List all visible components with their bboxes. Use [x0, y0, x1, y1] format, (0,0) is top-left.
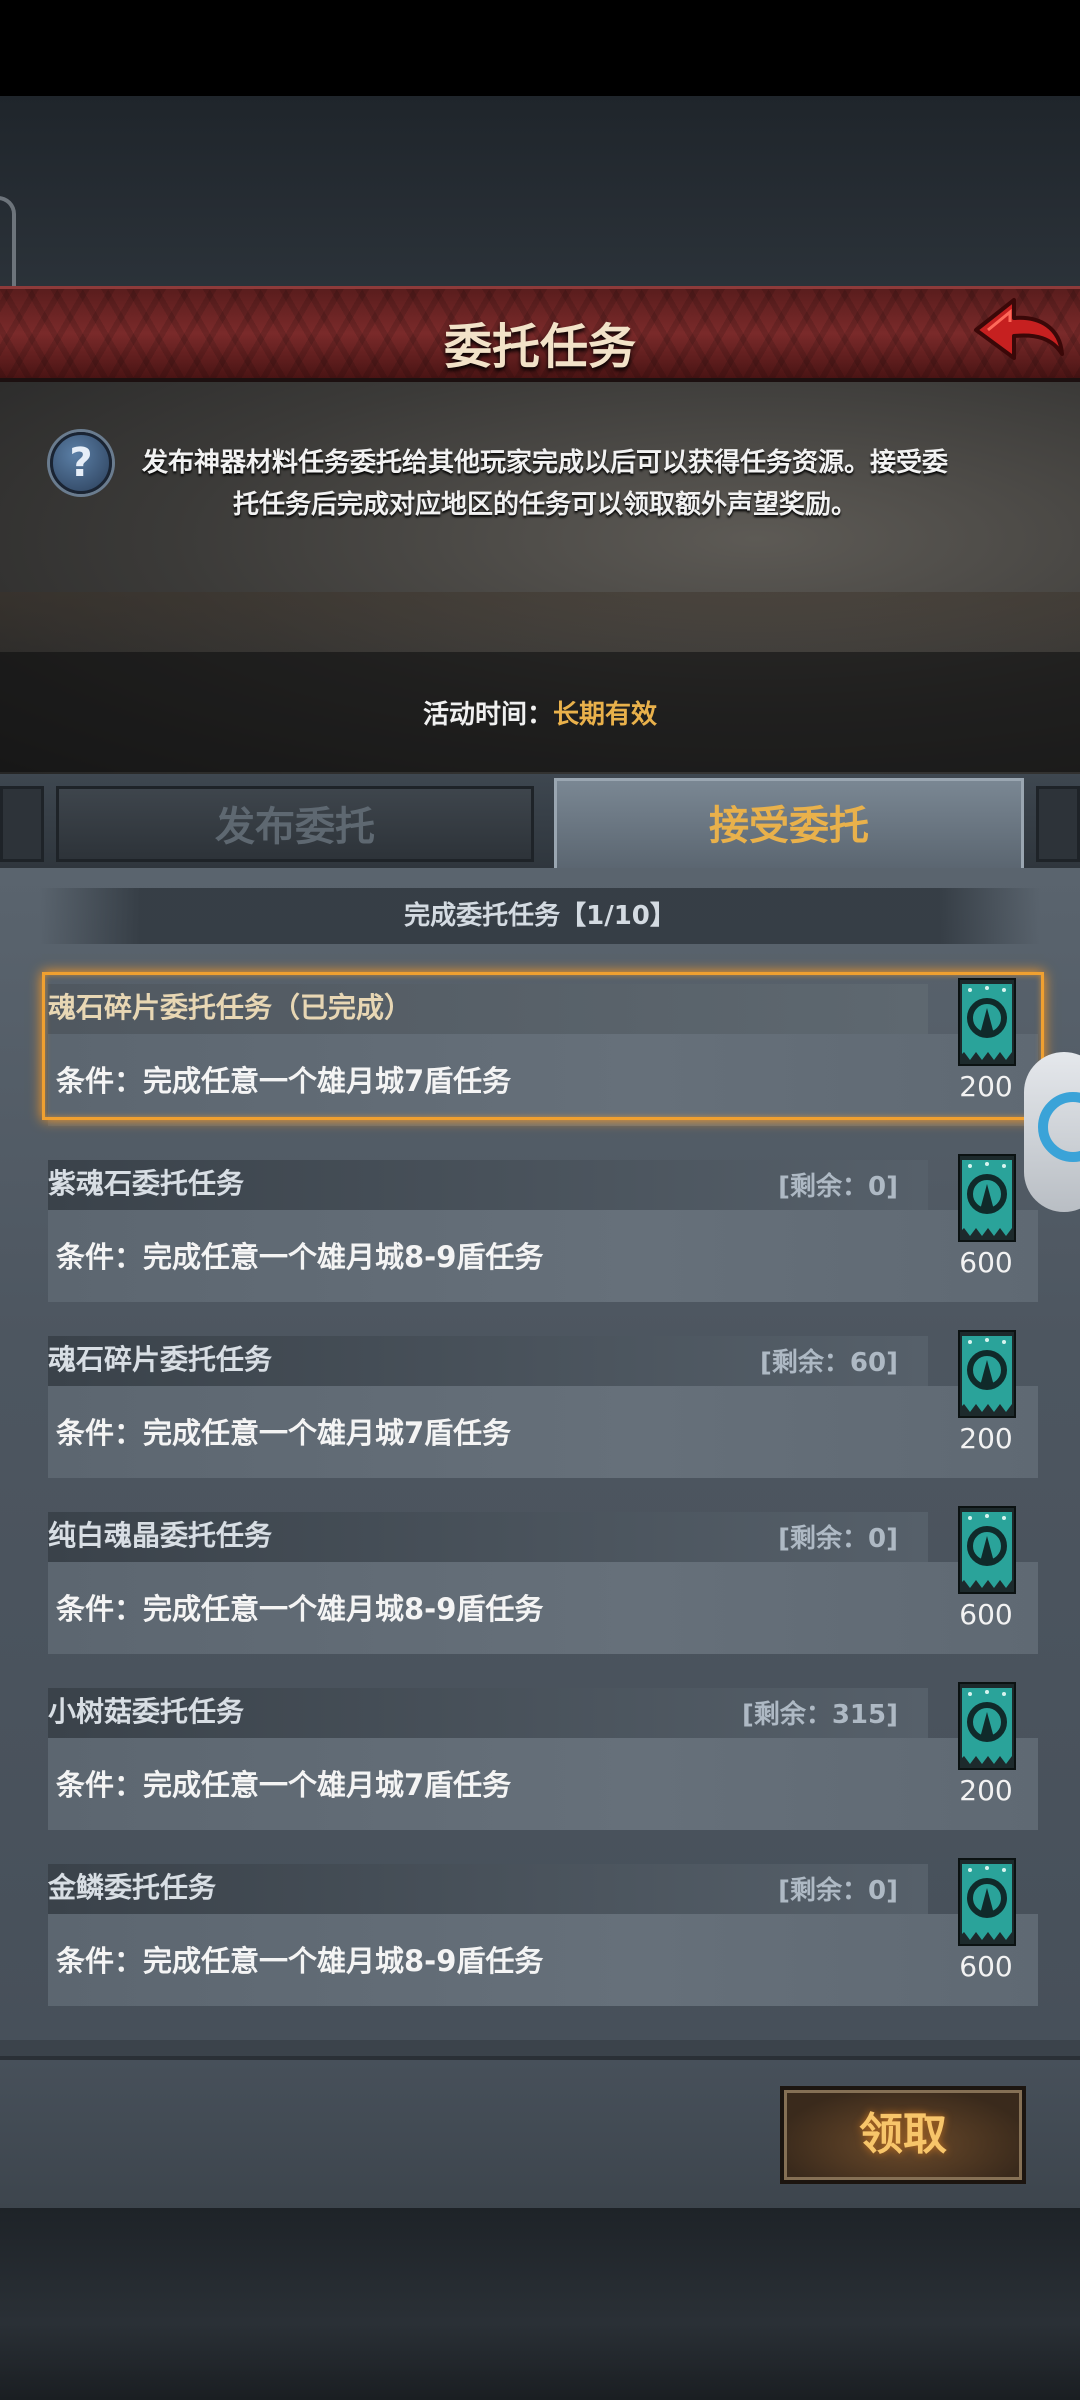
reward-amount: 200 — [959, 1070, 1013, 1103]
task-remaining: [剩余：0] — [778, 1876, 898, 1906]
task-remaining: [剩余：60] — [760, 1348, 898, 1378]
event-time-strip: 活动时间：长期有效 — [0, 652, 1080, 772]
task-remaining: [剩余：0] — [778, 1172, 898, 1202]
list-bottom-edge — [0, 2040, 1080, 2056]
task-list[interactable]: 完成委托任务【1/10】 魂石碎片委托任务（已完成） 条件：完成任意一个雄月城7… — [0, 868, 1080, 2048]
event-banner: ? 发布神器材料任务委托给其他玩家完成以后可以获得任务资源。接受委托任务后完成对… — [0, 382, 1080, 774]
task-item[interactable]: 金鳞委托任务 [剩余：0] 条件：完成任意一个雄月城8-9盾任务 600 — [48, 1858, 1038, 2008]
task-name: 魂石碎片委托任务（已完成） — [48, 991, 413, 1024]
task-name: 纯白魂晶委托任务 — [48, 1519, 273, 1552]
status-bar — [0, 0, 1080, 96]
task-item[interactable]: 纯白魂晶委托任务 [剩余：0] 条件：完成任意一个雄月城8-9盾任务 600 — [48, 1506, 1038, 1656]
background-bottom — [0, 2208, 1080, 2400]
reward-amount: 200 — [959, 1422, 1013, 1455]
event-time-value: 长期有效 — [553, 700, 658, 730]
task-remaining: [剩余：315] — [741, 1700, 898, 1730]
task-name: 魂石碎片委托任务 — [48, 1343, 273, 1376]
page-title: 委托任务 — [443, 319, 636, 375]
reputation-banner-icon — [958, 978, 1016, 1066]
background-top — [0, 96, 1080, 356]
back-arrow-icon — [974, 298, 1064, 360]
task-progress: 完成委托任务【1/10】 — [40, 888, 1040, 944]
back-button[interactable] — [968, 292, 1068, 372]
task-condition: 条件：完成任意一个雄月城7盾任务 — [56, 1416, 512, 1450]
task-remaining: [剩余：0] — [778, 1524, 898, 1554]
tab-accept-commission[interactable]: 接受委托 — [554, 778, 1024, 868]
task-condition: 条件：完成任意一个雄月城8-9盾任务 — [56, 1240, 544, 1274]
reputation-banner-icon — [958, 1154, 1016, 1242]
task-item[interactable]: 紫魂石委托任务 [剩余：0] 条件：完成任意一个雄月城8-9盾任务 600 — [48, 1154, 1038, 1304]
task-name: 紫魂石委托任务 — [48, 1167, 245, 1200]
event-time: 活动时间：长期有效 — [0, 694, 1080, 731]
assistant-ring-icon — [1038, 1092, 1080, 1162]
tab-edge-left — [0, 786, 44, 862]
task-name: 金鳞委托任务 — [48, 1871, 217, 1904]
reputation-banner-icon — [958, 1330, 1016, 1418]
banner-background-shelf — [0, 592, 1080, 652]
reputation-banner-icon — [958, 1506, 1016, 1594]
reward-amount: 600 — [959, 1950, 1013, 1983]
footer-bar: 领取 — [0, 2056, 1080, 2208]
task-condition: 条件：完成任意一个雄月城8-9盾任务 — [56, 1944, 544, 1978]
help-icon[interactable]: ? — [50, 432, 112, 494]
event-time-label: 活动时间： — [422, 700, 553, 730]
reputation-banner-icon — [958, 1682, 1016, 1770]
task-condition: 条件：完成任意一个雄月城7盾任务 — [56, 1064, 512, 1098]
event-description: 发布神器材料任务委托给其他玩家完成以后可以获得任务资源。接受委托任务后完成对应地… — [141, 448, 948, 520]
title-bar: 委托任务 — [0, 286, 1080, 382]
task-item[interactable]: 魂石碎片委托任务（已完成） 条件：完成任意一个雄月城7盾任务 200 — [42, 972, 1044, 1128]
tab-publish-commission[interactable]: 发布委托 — [56, 786, 534, 862]
task-condition: 条件：完成任意一个雄月城8-9盾任务 — [56, 1592, 544, 1626]
task-item[interactable]: 小树菇委托任务 [剩余：315] 条件：完成任意一个雄月城7盾任务 200 — [48, 1682, 1038, 1832]
reward-amount: 600 — [959, 1246, 1013, 1279]
task-condition: 条件：完成任意一个雄月城7盾任务 — [56, 1768, 512, 1802]
reputation-banner-icon — [958, 1858, 1016, 1946]
reward-amount: 600 — [959, 1598, 1013, 1631]
claim-button[interactable]: 领取 — [780, 2086, 1026, 2184]
tab-bar: 发布委托 接受委托 — [0, 774, 1080, 868]
tab-edge-right — [1036, 786, 1080, 862]
task-name: 小树菇委托任务 — [48, 1695, 245, 1728]
task-item[interactable]: 魂石碎片委托任务 [剩余：60] 条件：完成任意一个雄月城7盾任务 200 — [48, 1330, 1038, 1480]
floating-assistant-button[interactable] — [1024, 1052, 1080, 1212]
reward-amount: 200 — [959, 1774, 1013, 1807]
